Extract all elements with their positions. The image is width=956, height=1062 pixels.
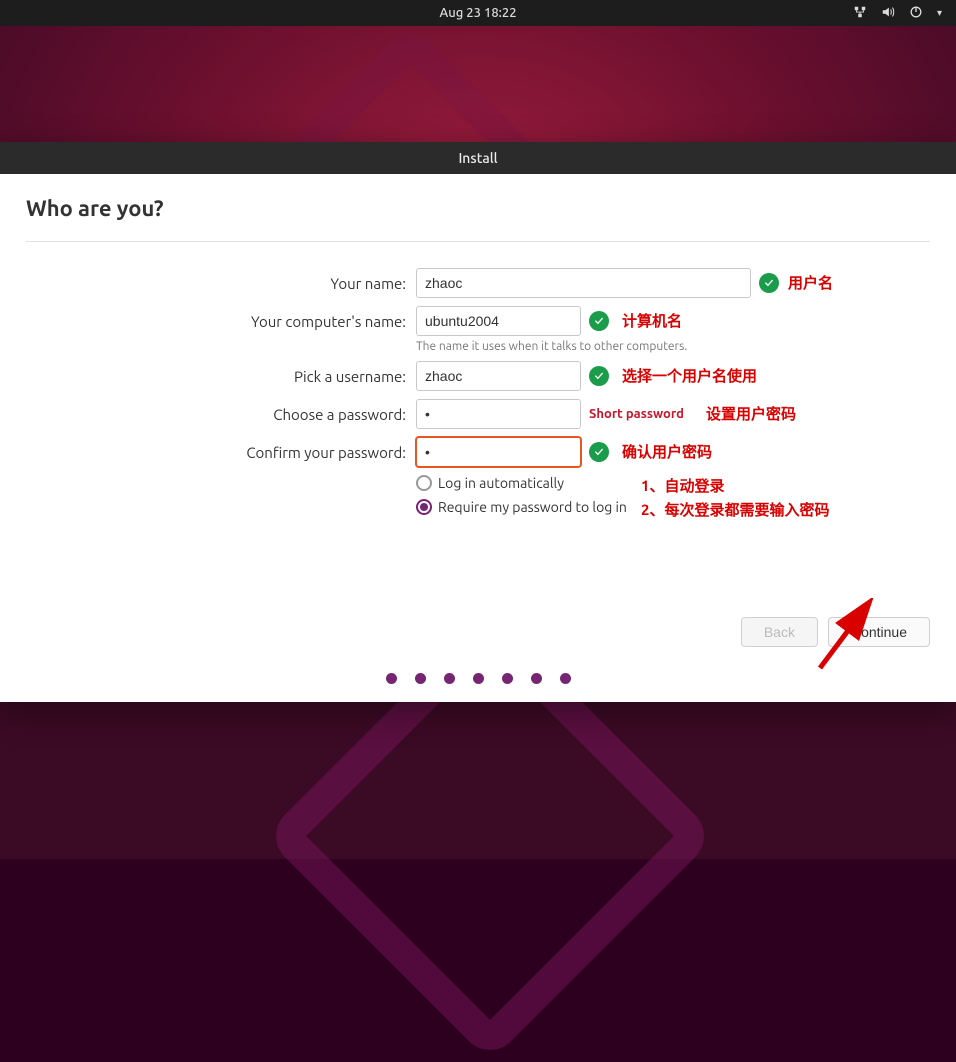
volume-icon[interactable] (881, 5, 895, 22)
network-icon[interactable] (853, 5, 867, 22)
check-icon (759, 273, 779, 293)
confirm-label: Confirm your password: (26, 444, 416, 461)
annotation-auto-login: 1、自动登录 (641, 475, 724, 496)
auto-login-label[interactable]: Log in automatically (438, 475, 564, 491)
computer-label: Your computer's name: (26, 313, 416, 330)
name-input[interactable] (416, 268, 751, 298)
dot (444, 673, 455, 684)
window-title: Install (458, 150, 497, 166)
password-input[interactable] (416, 399, 581, 429)
dot (502, 673, 513, 684)
dot (531, 673, 542, 684)
window-titlebar: Install (0, 142, 956, 174)
row-computer: Your computer's name: 计算机名 (26, 306, 930, 336)
annotation-username: 用户名 (788, 272, 833, 293)
divider (26, 241, 930, 242)
row-auto-login: Log in automatically 1、自动登录 (416, 475, 930, 491)
auto-login-radio[interactable] (416, 475, 432, 491)
installer-window: Install Who are you? Your name: 用户名 Your… (0, 142, 956, 702)
computer-hint: The name it uses when it talks to other … (416, 340, 930, 353)
dot (386, 673, 397, 684)
page-heading: Who are you? (26, 196, 930, 221)
row-require-password: Require my password to log in 2、每次登录都需要输… (416, 499, 930, 515)
continue-button[interactable]: Continue (828, 617, 930, 647)
row-username: Pick a username: 选择一个用户名使用 (26, 361, 930, 391)
computer-input[interactable] (416, 306, 581, 336)
user-form: Your name: 用户名 Your computer's name: 计算机… (26, 268, 930, 607)
annotation-pick-username: 选择一个用户名使用 (622, 365, 757, 386)
require-password-label[interactable]: Require my password to log in (438, 499, 627, 515)
check-icon (589, 366, 609, 386)
clock[interactable]: Aug 23 18:22 (439, 6, 516, 20)
username-input[interactable] (416, 361, 581, 391)
confirm-password-input[interactable] (416, 437, 581, 467)
dot (560, 673, 571, 684)
dot (473, 673, 484, 684)
footer-buttons: Back Continue (26, 607, 930, 647)
password-strength-warning: Short password (589, 407, 684, 421)
back-button: Back (741, 617, 818, 647)
progress-dots (26, 673, 930, 684)
check-icon (589, 311, 609, 331)
password-label: Choose a password: (26, 406, 416, 423)
row-password: Choose a password: Short password 设置用户密码 (26, 399, 930, 429)
require-password-radio[interactable] (416, 499, 432, 515)
dot (415, 673, 426, 684)
name-label: Your name: (26, 275, 416, 292)
annotation-confirm-password: 确认用户密码 (622, 441, 712, 462)
check-icon (589, 442, 609, 462)
row-name: Your name: 用户名 (26, 268, 930, 298)
username-label: Pick a username: (26, 368, 416, 385)
top-menu-bar: Aug 23 18:22 ▾ (0, 0, 956, 26)
power-icon[interactable] (909, 5, 923, 22)
row-confirm: Confirm your password: 确认用户密码 (26, 437, 930, 467)
system-tray: ▾ (853, 5, 942, 22)
annotation-computer: 计算机名 (622, 310, 682, 331)
annotation-set-password: 设置用户密码 (706, 403, 796, 424)
annotation-require-password: 2、每次登录都需要输入密码 (641, 499, 829, 520)
chevron-down-icon[interactable]: ▾ (937, 7, 942, 19)
